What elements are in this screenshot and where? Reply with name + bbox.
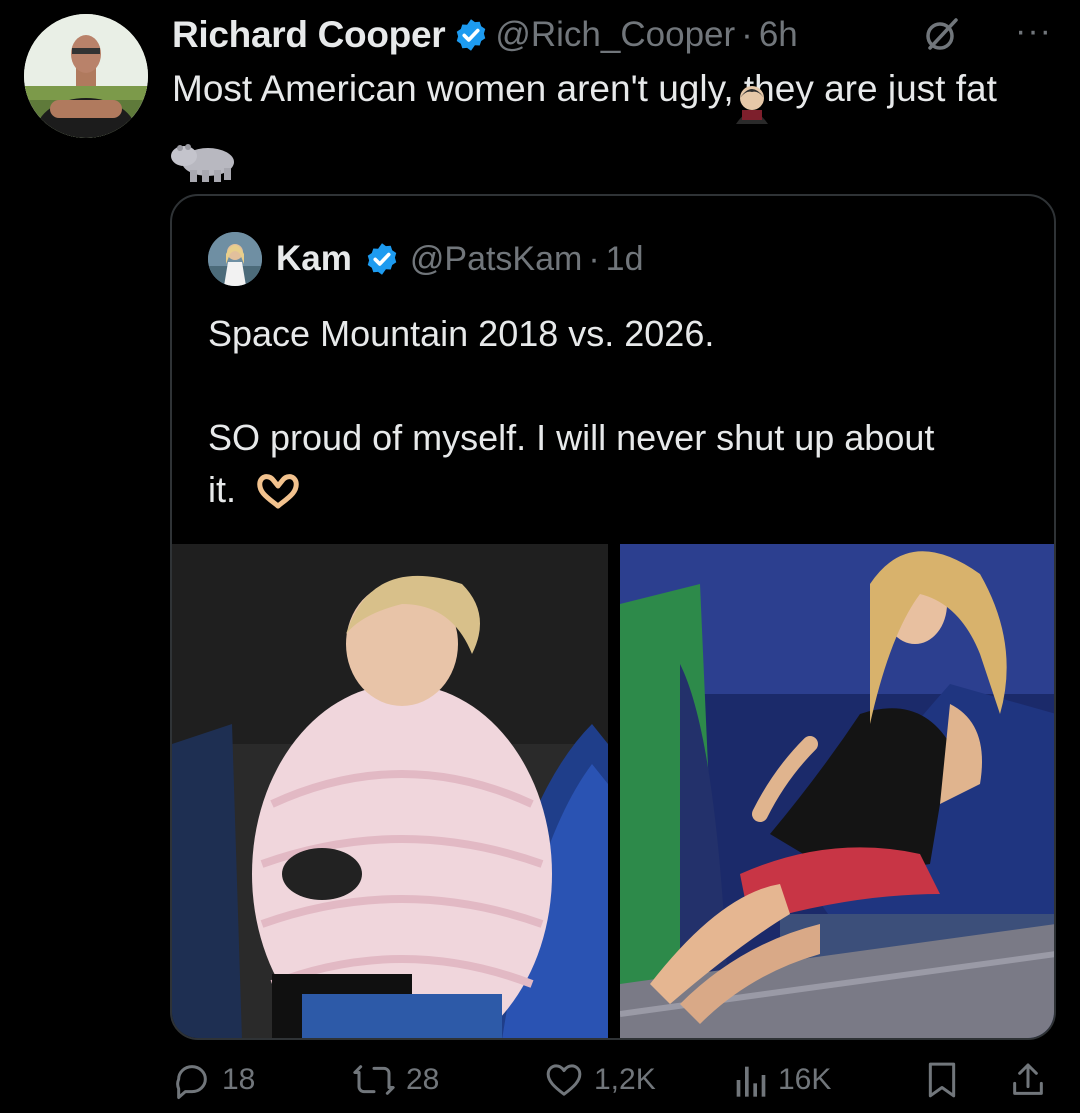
tweet-text: Most American women aren't ugly, they ar… [171, 66, 1062, 182]
author-avatar[interactable] [24, 14, 148, 138]
quoted-author-name[interactable]: Kam [276, 239, 352, 279]
reply-icon [176, 1065, 207, 1099]
quoted-author-avatar[interactable] [208, 232, 262, 286]
time-separator: · [741, 15, 753, 54]
photo-2026[interactable] [620, 544, 1054, 1038]
quoted-author-handle[interactable]: @PatsKam [410, 240, 582, 279]
photo-2018-image [172, 544, 608, 1038]
verified-badge-icon [367, 243, 397, 275]
repost-button[interactable]: 28 [352, 1060, 439, 1100]
views-button[interactable]: 16K [732, 1060, 831, 1100]
photo-2018[interactable] [172, 544, 608, 1038]
bookmark-button[interactable] [922, 1060, 962, 1100]
quoted-tweet-time[interactable]: 1d [606, 240, 644, 279]
reply-count: 18 [222, 1063, 256, 1096]
tweet-header: Richard Cooper @Rich_Cooper · 6h ··· [172, 12, 1052, 58]
views-icon [736, 1066, 766, 1097]
share-icon [1013, 1063, 1043, 1095]
avatar-photo [24, 14, 148, 138]
photo-2026-image [620, 544, 1054, 1038]
quoted-text-line2: SO proud of myself. I will never shut up… [208, 417, 935, 510]
more-options-icon[interactable]: ··· [1015, 12, 1052, 51]
woman-vampire-emoji [736, 86, 768, 124]
hippopotamus-emoji [171, 144, 234, 182]
bookmark-icon [928, 1062, 956, 1098]
quoted-tweet-header: Kam @PatsKam · 1d [276, 236, 644, 282]
quoted-text-line1: Space Mountain 2018 vs. 2026. [208, 313, 715, 354]
heart-icon [546, 1064, 582, 1096]
like-button[interactable]: 1,2K [544, 1060, 656, 1100]
quoted-tweet-text: Space Mountain 2018 vs. 2026. SO proud o… [208, 308, 1028, 516]
grok-icon[interactable] [922, 14, 962, 54]
like-count: 1,2K [594, 1063, 656, 1096]
quoted-media [172, 544, 1054, 1038]
reply-button[interactable]: 18 [172, 1060, 255, 1100]
action-bar: 18 28 1,2K 16K [172, 1060, 1052, 1110]
heart-hands-emoji [257, 474, 299, 509]
author-handle[interactable]: @Rich_Cooper [495, 15, 735, 55]
share-button[interactable] [1008, 1060, 1048, 1100]
repost-count: 28 [406, 1063, 440, 1096]
time-separator: · [588, 239, 600, 278]
verified-badge-icon [457, 19, 486, 51]
quoted-tweet-card[interactable]: Kam @PatsKam · 1d Space Mountain 2018 vs… [170, 194, 1056, 1040]
quoted-avatar-photo [208, 232, 262, 286]
tweet-body: Most American women aren't ugly, they ar… [172, 68, 997, 109]
repost-icon [353, 1065, 395, 1095]
author-name[interactable]: Richard Cooper [172, 14, 446, 56]
views-count: 16K [778, 1063, 832, 1096]
tweet-time[interactable]: 6h [759, 15, 798, 55]
